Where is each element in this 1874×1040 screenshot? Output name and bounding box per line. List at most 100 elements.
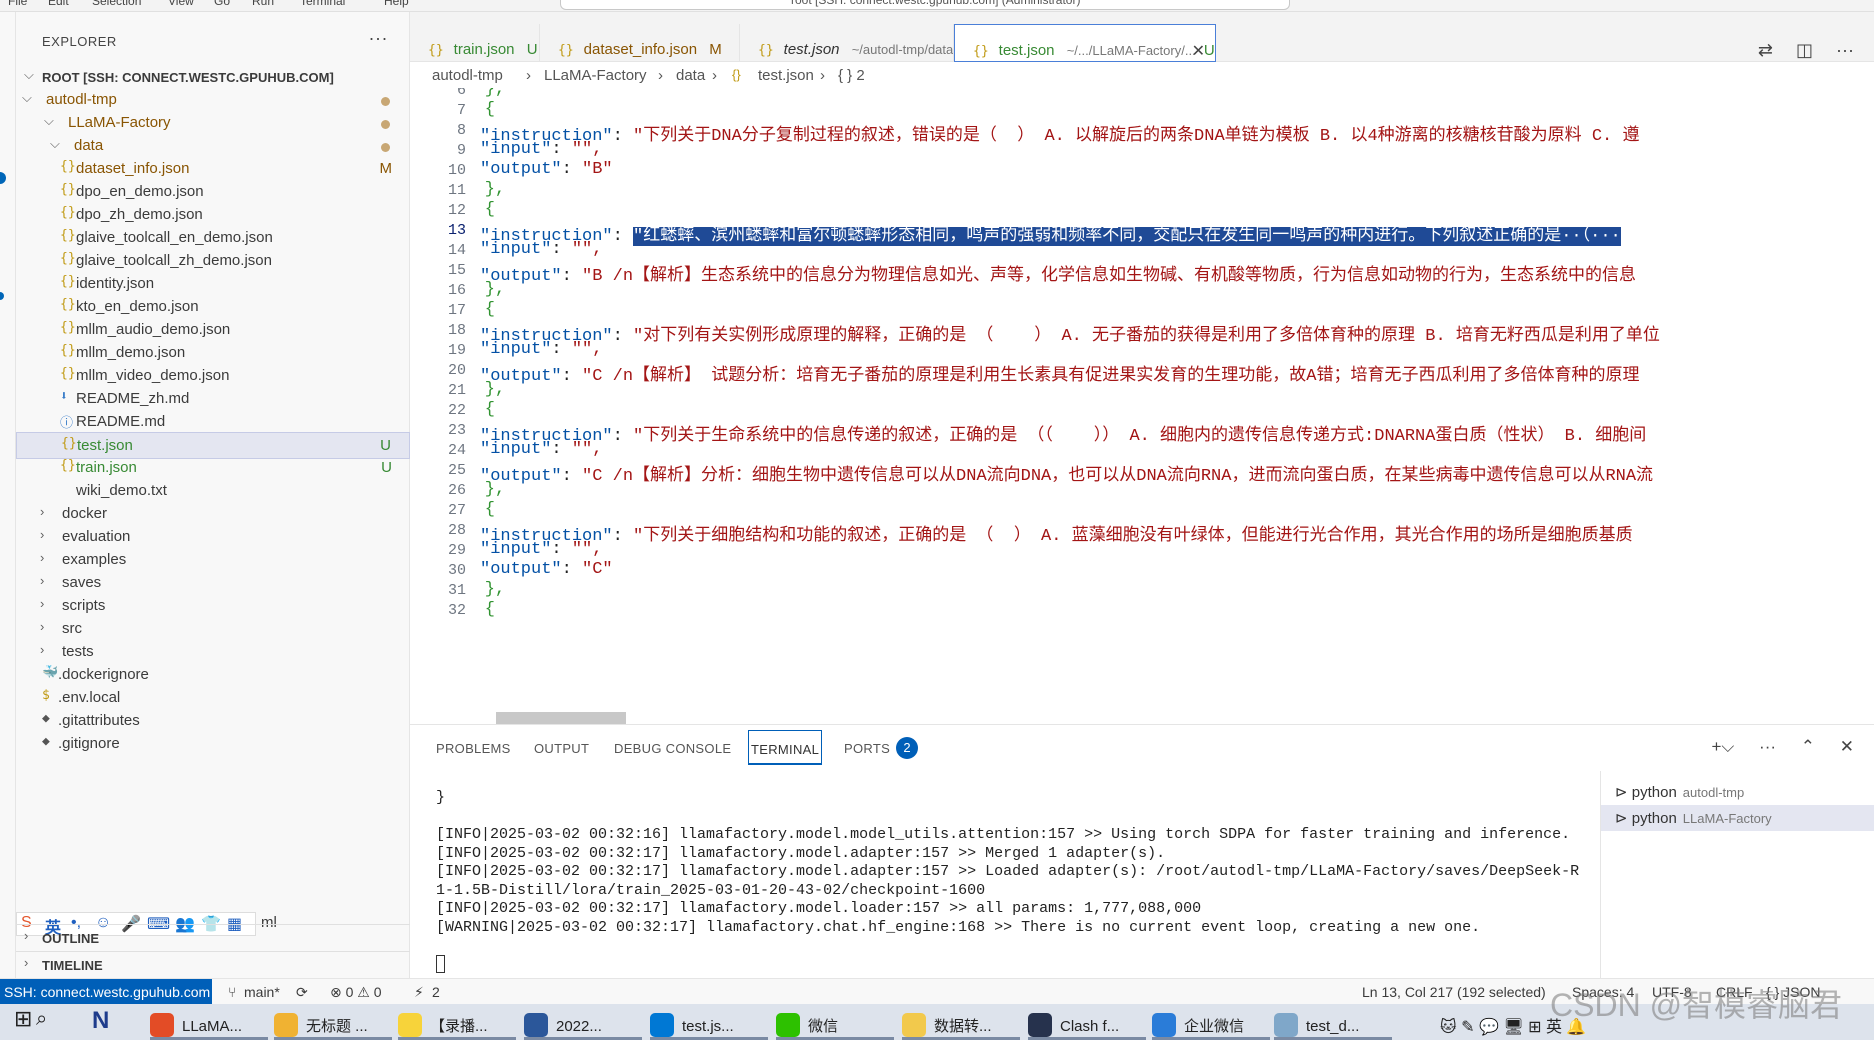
json-icon: {} (973, 44, 989, 59)
app-n-icon[interactable]: N (92, 1004, 109, 1040)
taskbar-app[interactable]: test_d... (1274, 1004, 1392, 1040)
code-line: "instruction": "红蟋蟀、滨州蟋蟀和富尔顿蟋蟀形态相同，鸣声的强弱… (480, 220, 1621, 246)
code-punctuation: }, (444, 280, 506, 299)
horizontal-scrollbar[interactable] (496, 712, 626, 724)
branch-status[interactable]: main* (244, 984, 280, 1000)
tab-test-json-autodl[interactable]: {} test.json ~/autodl-tmp/data (740, 24, 954, 62)
search-icon[interactable]: ⌕ (36, 1004, 47, 1040)
timeline-section[interactable]: › TIMELINE (16, 951, 410, 978)
menu-terminal[interactable]: Terminal (300, 0, 345, 8)
menu-help[interactable]: Help (384, 0, 409, 8)
code-line: "output": "C /n【解析】分析：细胞生物中遗传信息可以从DNA流向D… (480, 460, 1653, 486)
menu-run[interactable]: Run (252, 0, 274, 8)
tab-debug-console[interactable]: DEBUG CONSOLE (614, 741, 731, 762)
sync-icon[interactable]: ⟳ (296, 984, 308, 1001)
taskbar-app[interactable]: 无标题 ... (274, 1004, 392, 1040)
code-line: "instruction": "下列关于DNA分子复制过程的叙述，错误的是（ ）… (480, 120, 1639, 146)
split-editor-icon[interactable]: ◫ (1796, 40, 1813, 60)
crumb-data[interactable]: data (676, 67, 705, 84)
line-number: 29 (447, 542, 466, 559)
taskbar-app[interactable]: LLaMA... (150, 1004, 268, 1040)
problems-status[interactable]: ⊗ 0 ⚠ 0 (330, 984, 382, 1001)
menu-view[interactable]: View (168, 0, 194, 8)
new-terminal-icon[interactable]: +⌵ (1711, 737, 1734, 756)
terminal-name: python (1631, 784, 1677, 801)
close-icon[interactable]: ✕ (1192, 41, 1205, 61)
taskbar-app[interactable]: test.js... (650, 1004, 768, 1040)
chevron-right-icon: › (24, 955, 29, 970)
json-icon: {} (60, 274, 76, 289)
json-value: "", (571, 540, 603, 559)
terminal-line: [INFO|2025-03-02 00:32:17] llamafactory.… (436, 844, 1166, 862)
app-icon (1152, 1013, 1176, 1037)
taskbar-app[interactable]: 数据转... (902, 1004, 1020, 1040)
code-line: "input": "", (480, 140, 602, 159)
tab-badge: U (1203, 42, 1215, 59)
tab-terminal[interactable]: TERMINAL (748, 730, 823, 765)
taskbar-app[interactable]: Clash f... (1028, 1004, 1146, 1040)
code-line: "output": "B /n【解析】生态系统中的信息分为物理信息如光、声等，化… (480, 260, 1636, 286)
json-icon: {} (60, 228, 76, 243)
tree-item-label: test.json (77, 437, 133, 454)
ports-count-badge: 2 (896, 737, 918, 759)
maximize-panel-icon[interactable]: ⌃ (1801, 737, 1815, 756)
more-actions-icon[interactable]: ··· (1836, 40, 1854, 60)
json-value: "C /n【解析】 试题分析：培育无子番茄的原理是利用生长素具有促进果实发育的生… (582, 367, 1640, 386)
terminal-item-autodl[interactable]: ⊳ python autodl-tmp (1601, 779, 1874, 805)
menu-edit[interactable]: Edit (48, 0, 69, 8)
taskbar-app[interactable]: 微信 (776, 1004, 894, 1040)
close-panel-icon[interactable]: ✕ (1840, 737, 1854, 756)
colon: : (612, 227, 634, 246)
command-center[interactable]: root [SSH: connect.westc.gpuhub.com] (Ad… (560, 0, 1290, 10)
crumb-test-json[interactable]: test.json (758, 67, 814, 84)
windows-start-icon[interactable]: ⊞ (14, 1004, 32, 1040)
more-actions-icon[interactable]: ··· (1759, 737, 1776, 756)
markdown-icon: ⬇ (60, 389, 68, 404)
tab-output[interactable]: OUTPUT (534, 741, 589, 762)
json-icon: {} (558, 43, 574, 58)
tree-item-label: dataset_info.json (76, 160, 190, 177)
crumb-llama-factory[interactable]: LLaMA-Factory (544, 67, 647, 84)
chevron-right-icon: › (40, 642, 45, 657)
more-actions-icon[interactable]: ··· (369, 28, 388, 49)
cursor-position[interactable]: Ln 13, Col 217 (192 selected) (1362, 984, 1546, 1000)
chevron-down-icon: ⌵ (22, 90, 32, 105)
code-line: "input": "", (480, 240, 602, 259)
taskbar-app[interactable]: 2022... (524, 1004, 642, 1040)
json-icon: {} (60, 458, 76, 473)
taskbar-app[interactable]: 企业微信 (1152, 1004, 1270, 1040)
ports-icon: ⚡ (414, 984, 424, 1000)
remote-indicator[interactable]: SSH: connect.westc.gpuhub.com (0, 979, 212, 1005)
tab-test-json-llama[interactable]: {} test.json ~/.../LLaMA-Factory/... U ✕ (954, 24, 1216, 62)
terminal-name: python (1631, 810, 1677, 827)
json-value: "B /n【解析】生态系统中的信息分为物理信息如光、声等，化学信息如生物碱、有机… (582, 267, 1637, 286)
terminal-item-llama[interactable]: ⊳ python LLaMA-Factory (1601, 805, 1874, 831)
json-key: "input" (480, 440, 552, 459)
taskbar-app-label: 【录播... (430, 1018, 488, 1035)
line-number: 25 (447, 462, 466, 479)
tree-item-gitignore[interactable]: ◆ .gitignore (16, 731, 410, 758)
menu-file[interactable]: File (8, 0, 27, 8)
code-line: }, (444, 88, 505, 99)
tab-dataset-info-json[interactable]: {} dataset_info.json M (540, 24, 740, 62)
csdn-watermark: CSDN @智模睿脑君 (1550, 987, 1843, 1023)
menu-selection[interactable]: Selection (92, 0, 141, 8)
tab-problems[interactable]: PROBLEMS (436, 741, 511, 762)
colon: : (551, 140, 572, 159)
tab-train-json[interactable]: {} train.json U (410, 24, 540, 62)
taskbar-app-label: 无标题 ... (306, 1018, 368, 1035)
taskbar-app[interactable]: 【录播... (398, 1004, 516, 1040)
colon: : (551, 240, 572, 259)
crumb-autodl-tmp[interactable]: autodl-tmp (432, 67, 503, 84)
json-key: "output" (480, 160, 562, 179)
code-editor[interactable]: 6 }, 7 {8 "instruction": "下列关于DNA分子复制过程的叙述… (410, 88, 1874, 724)
tab-ports[interactable]: PORTS (844, 741, 890, 762)
outline-section[interactable]: › OUTLINE (16, 924, 410, 951)
colon: : (561, 467, 583, 486)
compare-icon[interactable]: ⇄ (1758, 40, 1773, 60)
crumb-symbol[interactable]: { } 2 (838, 67, 865, 84)
ports-status[interactable]: 2 (432, 984, 440, 1000)
colon: : (551, 340, 572, 359)
json-key: "input" (480, 340, 552, 359)
menu-go[interactable]: Go (214, 0, 230, 8)
